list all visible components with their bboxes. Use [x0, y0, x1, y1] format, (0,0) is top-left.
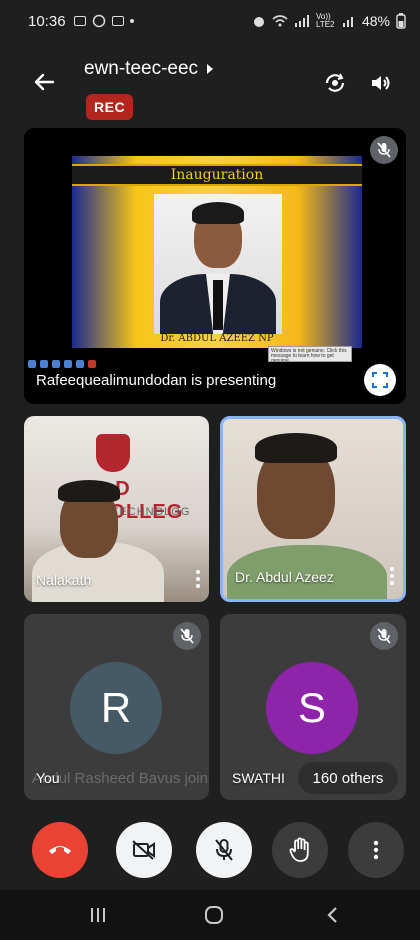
participant-tile-abdul-azeez[interactable]: Dr. Abdul Azeez — [220, 416, 406, 602]
system-nav-bar — [0, 890, 420, 940]
recent-apps-button[interactable] — [84, 902, 112, 928]
presentation-mute-badge — [370, 136, 398, 164]
raise-hand-icon — [289, 837, 309, 862]
gallery-icon — [73, 16, 86, 26]
back-nav-button[interactable] — [318, 902, 346, 928]
call-end-icon — [49, 846, 71, 854]
avatar: R — [70, 662, 162, 754]
more-options-button[interactable] — [195, 570, 201, 588]
mic-off-icon — [180, 628, 194, 644]
switch-camera-icon — [325, 73, 345, 92]
presenter-label: Rafeequealimundodan is presenting — [36, 372, 277, 389]
shared-slide: Inauguration Dr. ABDUL AZEEZ NP — [72, 156, 362, 348]
slide-title: Inauguration — [170, 167, 264, 183]
college-crest-icon — [96, 434, 130, 472]
wifi-icon — [272, 15, 288, 27]
fullscreen-icon — [372, 372, 388, 388]
leave-call-button[interactable] — [32, 822, 88, 878]
camera-toggle-button[interactable] — [116, 822, 172, 878]
more-options-button[interactable] — [389, 567, 395, 585]
status-time: 10:36 — [28, 12, 66, 30]
presentation-tile[interactable]: Inauguration Dr. ABDUL AZEEZ NP Windows … — [24, 128, 406, 404]
slide-portrait — [154, 194, 282, 334]
mute-badge — [370, 622, 398, 650]
windows-taskbar — [24, 360, 406, 370]
status-bar: 10:36 Vo)) LTE2 48% — [0, 0, 420, 42]
arrow-back-icon — [34, 73, 55, 91]
battery-percent: 48% — [361, 13, 390, 29]
participant-name: Nalakath — [36, 572, 92, 588]
switch-camera-button[interactable] — [320, 68, 350, 98]
slide-caption: Dr. ABDUL AZEEZ NP — [160, 333, 274, 344]
more-options-control-button[interactable] — [348, 822, 404, 878]
mic-toggle-button[interactable] — [196, 822, 252, 878]
signal-icon — [294, 15, 309, 27]
raise-hand-button[interactable] — [272, 822, 328, 878]
back-button[interactable] — [28, 66, 60, 98]
meeting-header: ewn-teec-eec REC — [0, 48, 420, 130]
mic-off-icon — [215, 839, 233, 861]
mic-off-icon — [377, 142, 391, 158]
participant-tile-you[interactable]: R Abdul Rasheed Bavus joined You — [24, 614, 209, 800]
home-button[interactable] — [200, 902, 228, 928]
speaker-button[interactable] — [366, 68, 396, 98]
slide-title-bar: Inauguration — [72, 164, 362, 186]
videocam-off-icon — [132, 840, 155, 860]
battery-icon — [396, 13, 406, 29]
recording-badge: REC — [86, 94, 134, 120]
others-count-button[interactable]: 160 others — [298, 762, 398, 794]
mute-badge — [173, 622, 201, 650]
notification-dot-icon — [129, 19, 134, 23]
fullscreen-button[interactable] — [364, 364, 396, 396]
participant-name: You — [36, 770, 60, 786]
more-vert-icon — [373, 840, 379, 860]
recents-icon — [91, 908, 105, 922]
participant-name: SWATHI — [232, 770, 285, 786]
caret-right-icon — [207, 64, 214, 74]
meeting-title-button[interactable]: ewn-teec-eec — [84, 58, 214, 80]
whatsapp-icon — [92, 14, 105, 28]
avatar: S — [266, 662, 358, 754]
news-icon — [111, 16, 124, 26]
chevron-left-icon — [327, 907, 337, 923]
signal-icon-2 — [342, 17, 353, 27]
home-icon — [205, 906, 223, 924]
network-label: Vo)) LTE2 — [315, 12, 335, 29]
participant-tile-nalakath[interactable]: A D COLLEG | TECHNOLOG Nalakath — [24, 416, 209, 602]
meeting-title: ewn-teec-eec — [84, 58, 199, 79]
mic-off-icon — [377, 628, 391, 644]
participant-name: Dr. Abdul Azeez — [235, 569, 334, 585]
alarm-icon — [253, 17, 264, 27]
volume-icon — [372, 76, 390, 90]
